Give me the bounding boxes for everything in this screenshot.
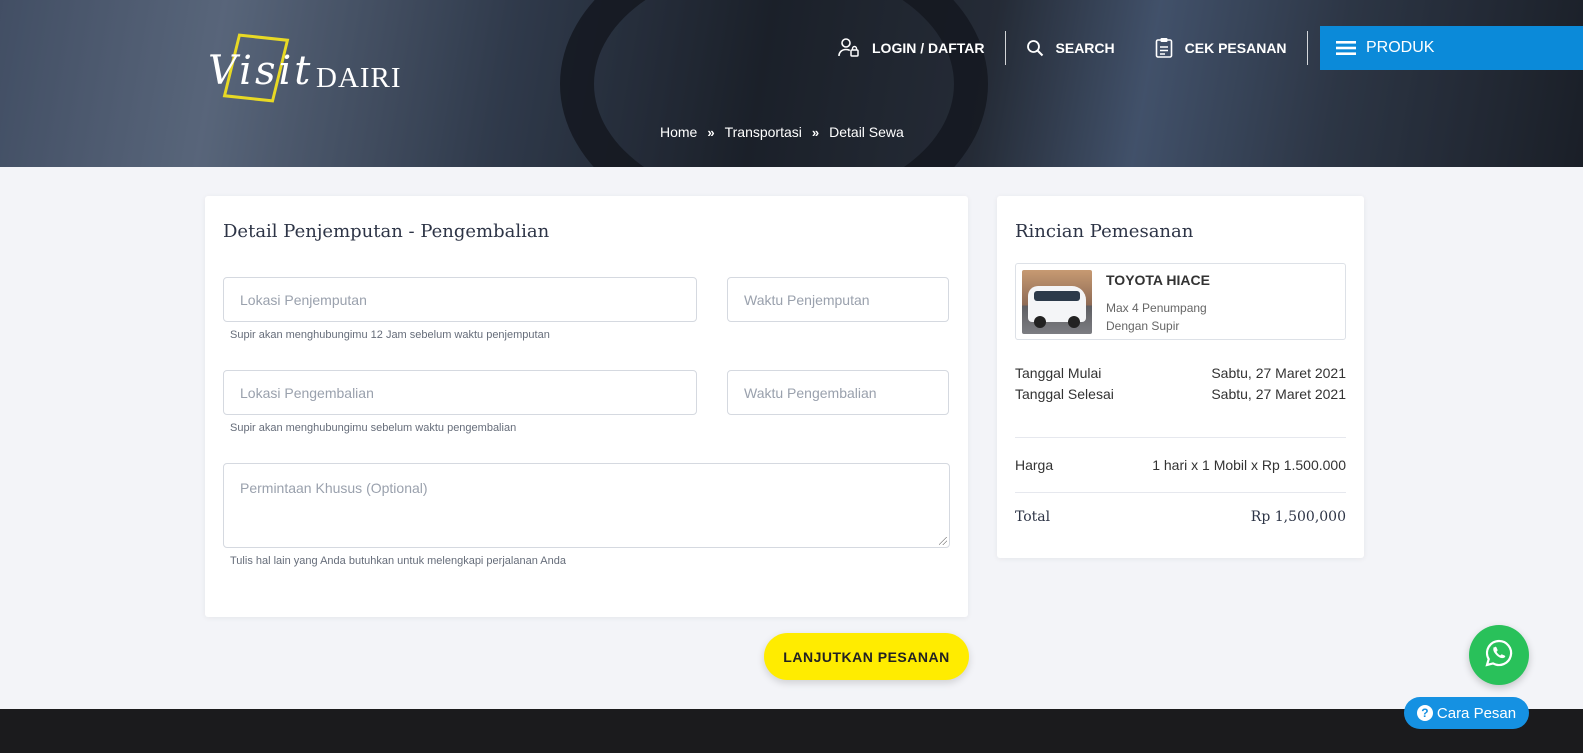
van-wheel-shape — [1068, 316, 1080, 328]
summary-divider — [1015, 437, 1346, 438]
return-location-input[interactable]: Lokasi Pengembalian — [223, 370, 697, 415]
breadcrumb-home[interactable]: Home — [660, 124, 697, 140]
whatsapp-icon — [1484, 638, 1514, 673]
user-lock-icon — [838, 38, 860, 58]
product-capacity: Max 4 Penumpang — [1106, 301, 1207, 315]
product-item: TOYOTA HIACE Max 4 Penumpang Dengan Supi… — [1015, 263, 1346, 340]
pickup-time-placeholder: Waktu Penjemputan — [744, 291, 870, 308]
menu-icon — [1336, 40, 1356, 56]
end-date-value: Sabtu, 27 Maret 2021 — [1211, 386, 1346, 402]
top-navigation: LOGIN / DAFTAR SEARCH CEK PESANAN — [830, 26, 1308, 70]
whatsapp-button[interactable] — [1469, 625, 1529, 685]
produk-menu-button[interactable]: PRODUK — [1320, 26, 1583, 70]
resize-handle-icon[interactable] — [939, 537, 947, 545]
start-date-value: Sabtu, 27 Maret 2021 — [1211, 365, 1346, 381]
summary-divider — [1015, 492, 1346, 493]
end-date-row: Tanggal Selesai Sabtu, 27 Maret 2021 — [1015, 386, 1346, 402]
breadcrumb: Home » Transportasi » Detail Sewa — [660, 124, 904, 140]
breadcrumb-current: Detail Sewa — [829, 124, 904, 140]
search-icon — [1026, 39, 1044, 57]
question-circle-icon: ? — [1416, 705, 1433, 721]
order-summary-card: Rincian Pemesanan TOYOTA HIACE Max 4 Pen… — [997, 196, 1364, 558]
price-row: Harga 1 hari x 1 Mobil x Rp 1.500.000 — [1015, 457, 1346, 473]
product-image — [1022, 270, 1092, 334]
special-request-placeholder: Permintaan Khusus (Optional) — [240, 480, 428, 496]
double-chevron-right-icon: » — [707, 124, 715, 140]
price-label: Harga — [1015, 457, 1054, 473]
price-value: 1 hari x 1 Mobil x Rp 1.500.000 — [1152, 457, 1346, 473]
nav-divider — [1306, 31, 1308, 65]
return-location-placeholder: Lokasi Pengembalian — [240, 384, 374, 401]
summary-title: Rincian Pemesanan — [1015, 221, 1194, 242]
return-time-placeholder: Waktu Pengembalian — [744, 384, 877, 401]
clipboard-icon — [1155, 37, 1173, 59]
pickup-hint: Supir akan menghubungimu 12 Jam sebelum … — [230, 329, 550, 341]
pickup-location-placeholder: Lokasi Penjemputan — [240, 291, 367, 308]
cek-pesanan-label: CEK PESANAN — [1184, 40, 1287, 56]
cek-pesanan-link[interactable]: CEK PESANAN — [1135, 26, 1307, 70]
product-driver: Dengan Supir — [1106, 319, 1180, 333]
cara-pesan-button[interactable]: ? Cara Pesan — [1404, 697, 1529, 729]
total-label: Total — [1015, 509, 1051, 525]
site-logo[interactable]: Visit DAIRI — [208, 33, 408, 104]
return-hint: Supir akan menghubungimu sebelum waktu p… — [230, 422, 517, 434]
pickup-time-input[interactable]: Waktu Penjemputan — [727, 277, 949, 322]
return-time-input[interactable]: Waktu Pengembalian — [727, 370, 949, 415]
special-request-hint: Tulis hal lain yang Anda butuhkan untuk … — [230, 555, 566, 567]
pickup-return-form: Detail Penjemputan - Pengembalian Lokasi… — [205, 196, 968, 617]
search-link[interactable]: SEARCH — [1006, 26, 1135, 70]
login-label: LOGIN / DAFTAR — [872, 40, 985, 56]
footer-bar — [0, 709, 1583, 753]
double-chevron-right-icon: » — [811, 124, 820, 140]
search-label: SEARCH — [1055, 40, 1115, 56]
product-name: TOYOTA HIACE — [1106, 272, 1210, 288]
end-date-label: Tanggal Selesai — [1015, 386, 1114, 402]
lanjutkan-pesanan-button[interactable]: LANJUTKAN PESANAN — [764, 633, 969, 680]
start-date-label: Tanggal Mulai — [1015, 365, 1102, 381]
cara-pesan-label: Cara Pesan — [1436, 704, 1517, 722]
logo-script-text: Visit — [208, 48, 314, 94]
produk-label: PRODUK — [1366, 39, 1435, 56]
form-title: Detail Penjemputan - Pengembalian — [223, 221, 550, 242]
van-window-shape — [1034, 291, 1080, 301]
hero-banner: Visit DAIRI LOGIN / DAFTAR SEARCH CEK PE… — [0, 0, 1583, 167]
logo-main-text: DAIRI — [316, 62, 402, 94]
pickup-location-input[interactable]: Lokasi Penjemputan — [223, 277, 697, 322]
total-row: Total Rp 1,500,000 — [1015, 509, 1346, 525]
van-wheel-shape — [1034, 316, 1046, 328]
total-value: Rp 1,500,000 — [1250, 509, 1346, 525]
breadcrumb-transportasi[interactable]: Transportasi — [725, 124, 802, 140]
start-date-row: Tanggal Mulai Sabtu, 27 Maret 2021 — [1015, 365, 1346, 381]
login-link[interactable]: LOGIN / DAFTAR — [830, 26, 1005, 70]
special-request-textarea[interactable]: Permintaan Khusus (Optional) — [223, 463, 950, 548]
